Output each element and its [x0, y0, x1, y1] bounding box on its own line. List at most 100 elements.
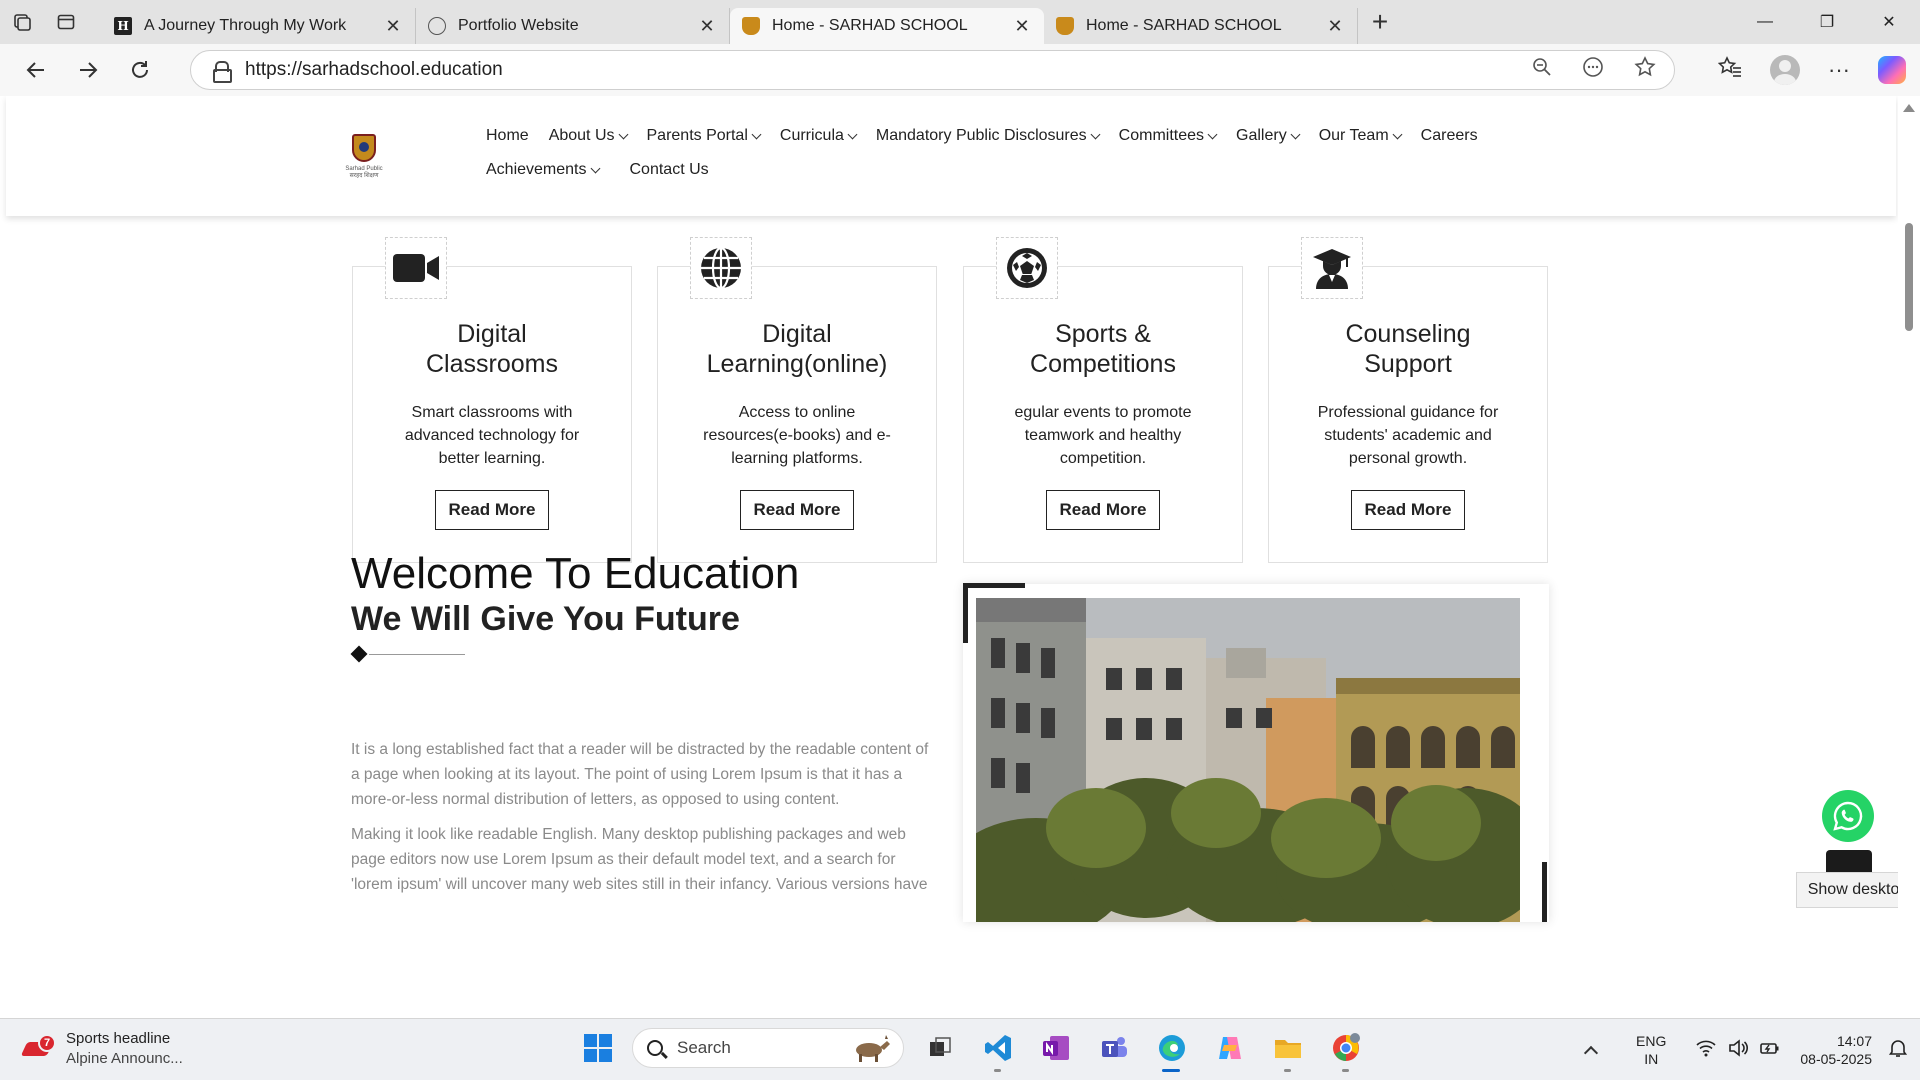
nav-item-about-us[interactable]: About Us	[549, 126, 628, 146]
globe-icon	[428, 17, 446, 35]
chevron-down-icon	[590, 163, 600, 173]
wifi-icon[interactable]	[1696, 1039, 1716, 1062]
nav-label: Committees	[1118, 127, 1205, 144]
read-more-button[interactable]: Read More	[1351, 490, 1465, 530]
nav-item-curricula[interactable]: Curricula	[780, 126, 858, 146]
window-controls: ― ❐ ✕	[1734, 0, 1920, 44]
restore-icon[interactable]: ❐	[1796, 0, 1858, 44]
nav-item-our-team[interactable]: Our Team	[1319, 126, 1403, 146]
nav-item-achievements[interactable]: Achievements	[486, 160, 600, 180]
close-icon[interactable]: ✕	[697, 16, 717, 37]
page-viewport: Sarhad Public सरहद शिक्षण Home About Us …	[0, 96, 1920, 1018]
widget-subtitle: Alpine Announc...	[66, 1050, 183, 1067]
close-icon[interactable]: ✕	[1325, 16, 1345, 37]
workspaces-icon[interactable]	[0, 0, 44, 44]
close-icon[interactable]: ✕	[1012, 16, 1032, 37]
tab-title: Portfolio Website	[458, 17, 579, 34]
profile-avatar[interactable]	[1770, 55, 1801, 85]
chevron-down-icon	[1090, 129, 1101, 139]
task-view-icon[interactable]	[918, 1026, 962, 1070]
more-options-icon[interactable]: ···	[1828, 57, 1850, 83]
close-icon[interactable]: ✕	[383, 16, 403, 37]
file-explorer-icon[interactable]	[1266, 1026, 1310, 1072]
battery-icon[interactable]	[1760, 1039, 1780, 1062]
feature-card: Counseling Support Professional guidance …	[1268, 237, 1548, 563]
sports-news-icon: 7	[20, 1034, 56, 1064]
chevron-up-icon[interactable]	[1583, 1045, 1599, 1061]
notification-bell-icon[interactable]	[1888, 1038, 1908, 1063]
page-scrollbar[interactable]	[1898, 96, 1920, 1018]
logo-caption: Sarhad Public	[345, 166, 383, 172]
frame-corner-decoration	[963, 583, 1025, 643]
nav-label: Mandatory Public Disclosures	[875, 127, 1087, 144]
input-language[interactable]: ENG IN	[1636, 1032, 1666, 1068]
nav-item-mandatory-disclosures[interactable]: Mandatory Public Disclosures	[875, 126, 1101, 146]
onenote-icon[interactable]	[1034, 1026, 1078, 1070]
heading-divider	[350, 645, 465, 663]
video-camera-icon	[385, 237, 447, 299]
school-crest-icon	[742, 17, 760, 35]
windows-start-icon[interactable]	[578, 1028, 618, 1068]
clock-date: 08-05-2025	[1800, 1051, 1872, 1067]
read-more-button[interactable]: Read More	[1046, 490, 1160, 530]
search-highlight-icon	[856, 1035, 890, 1062]
search-icon	[647, 1040, 663, 1056]
school-crest-icon	[352, 134, 376, 162]
welcome-heading: Welcome To Education	[351, 549, 800, 598]
nav-label: Contact Us	[629, 161, 709, 178]
feature-card: Sports & Competitions egular events to pr…	[963, 237, 1243, 563]
browser-toolbar: https://sarhadschool.education ···	[0, 44, 1920, 96]
chevron-down-icon	[1207, 129, 1218, 139]
minimize-icon[interactable]: ―	[1734, 0, 1796, 44]
reading-mode-icon[interactable]	[1582, 56, 1604, 84]
card-title: Support	[1364, 350, 1452, 378]
zoom-out-icon[interactable]	[1532, 57, 1552, 83]
reload-icon[interactable]	[114, 48, 166, 92]
url-text[interactable]: https://sarhadschool.education	[245, 59, 1532, 81]
volume-icon[interactable]	[1728, 1038, 1749, 1062]
nav-item-careers[interactable]: Careers	[1421, 126, 1478, 146]
edge-browser-icon[interactable]	[1150, 1026, 1194, 1072]
school-crest-icon	[1056, 17, 1074, 35]
school-building-photo	[976, 598, 1520, 922]
system-clock[interactable]: 14:07 08-05-2025	[1800, 1032, 1872, 1068]
browser-tab[interactable]: Portfolio Website ✕	[416, 8, 730, 44]
new-tab-button[interactable]: +	[1358, 0, 1402, 44]
browser-tab-active[interactable]: Home - SARHAD SCHOOL ✕	[730, 8, 1044, 44]
browser-tab[interactable]: H A Journey Through My Work ✕	[102, 8, 416, 44]
nav-label: Home	[486, 127, 529, 144]
nav-item-contact-us[interactable]: Contact Us	[630, 160, 709, 180]
news-widget[interactable]: 7 Sports headline Alpine Announc...	[20, 1029, 183, 1069]
copilot-icon[interactable]	[1878, 56, 1906, 84]
teams-icon[interactable]	[1092, 1026, 1136, 1070]
back-icon[interactable]	[10, 48, 62, 92]
copilot-app-icon[interactable]	[1208, 1026, 1252, 1070]
taskbar-search[interactable]: Search	[632, 1028, 904, 1068]
nav-item-committees[interactable]: Committees	[1118, 126, 1218, 146]
nav-item-home[interactable]: Home	[486, 126, 529, 146]
lock-icon[interactable]	[213, 61, 232, 83]
globe-icon	[690, 237, 752, 299]
chrome-icon[interactable]	[1324, 1026, 1368, 1072]
address-bar[interactable]: https://sarhadschool.education	[190, 50, 1675, 90]
favorite-star-icon[interactable]	[1634, 56, 1656, 84]
browser-tab[interactable]: Home - SARHAD SCHOOL ✕	[1044, 8, 1358, 44]
card-title: Competitions	[1030, 350, 1176, 378]
scrollbar-thumb[interactable]	[1905, 223, 1913, 331]
forward-icon[interactable]	[62, 48, 114, 92]
scroll-up-icon[interactable]	[1903, 104, 1915, 112]
nav-item-parents-portal[interactable]: Parents Portal	[647, 126, 762, 146]
read-more-button[interactable]: Read More	[740, 490, 854, 530]
favorites-icon[interactable]	[1717, 56, 1742, 84]
welcome-paragraph: It is a long established fact that a rea…	[351, 741, 929, 808]
read-more-button[interactable]: Read More	[435, 490, 549, 530]
close-window-icon[interactable]: ✕	[1858, 0, 1920, 44]
language-code: ENG	[1636, 1033, 1667, 1049]
vscode-icon[interactable]	[976, 1026, 1020, 1072]
nav-item-gallery[interactable]: Gallery	[1236, 126, 1301, 146]
whatsapp-icon[interactable]	[1822, 790, 1874, 842]
school-logo[interactable]: Sarhad Public सरहद शिक्षण	[338, 134, 390, 182]
tab-title: Home - SARHAD SCHOOL	[772, 17, 968, 34]
tab-actions-icon[interactable]	[44, 0, 88, 44]
search-placeholder: Search	[677, 1038, 731, 1057]
